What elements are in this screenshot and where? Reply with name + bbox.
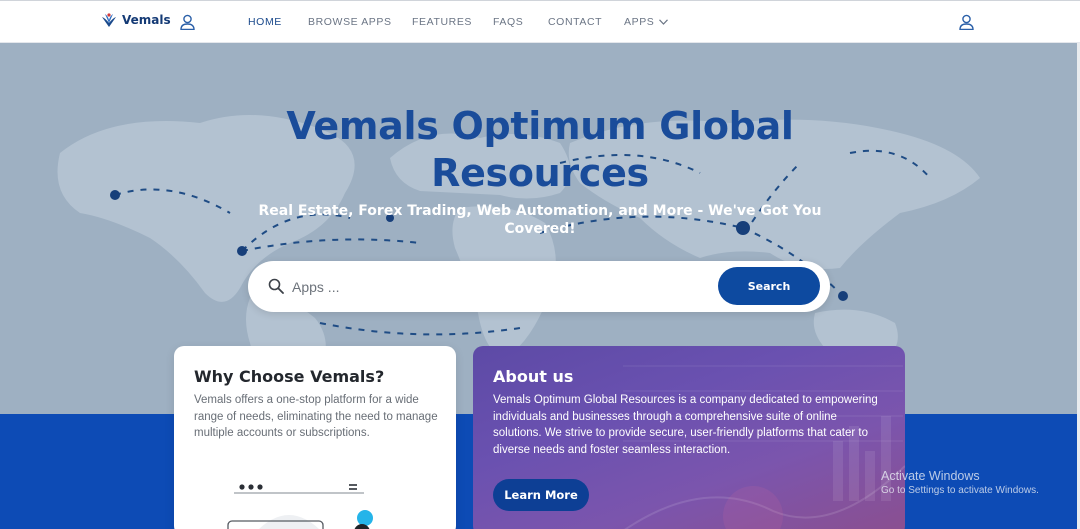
about-us-card: About us Vemals Optimum Global Resources… (473, 346, 905, 529)
search-bar: Search (248, 261, 830, 312)
activate-windows-title: Activate Windows (881, 469, 980, 483)
nav-contact[interactable]: CONTACT (548, 16, 602, 28)
about-us-title: About us (493, 367, 574, 386)
user-icon[interactable] (180, 14, 195, 30)
activate-windows-watermark: Activate Windows Go to Settings to activ… (881, 469, 1039, 496)
search-icon (268, 278, 284, 294)
nav-home[interactable]: HOME (248, 16, 282, 28)
logo[interactable]: Vemals (100, 12, 171, 28)
nav-features[interactable]: FEATURES (412, 16, 472, 28)
activate-windows-subtitle: Go to Settings to activate Windows. (881, 485, 1039, 496)
vemals-logo-icon (102, 13, 116, 27)
why-choose-text: Vemals offers a one-stop platform for a … (194, 394, 438, 439)
nav-apps-dropdown[interactable]: APPS (624, 16, 669, 28)
learn-more-button[interactable]: Learn More (493, 479, 589, 511)
nav-faqs[interactable]: FAQS (493, 16, 523, 28)
hero-title: Vemals Optimum Global Resources (286, 104, 794, 195)
nav-browse-apps[interactable]: BROWSE APPS (308, 16, 392, 28)
about-us-text: Vemals Optimum Global Resources is a com… (493, 394, 878, 456)
search-input[interactable] (292, 273, 702, 300)
nav-apps-label: APPS (624, 16, 655, 28)
hero-subtitle: Real Estate, Forex Trading, Web Automati… (258, 203, 822, 237)
navbar: Vemals HOME BROWSE APPS FEATURES FAQS CO… (0, 0, 1080, 43)
browser-illustration (227, 484, 373, 529)
why-choose-card: Why Choose Vemals? Vemals offers a one-s… (174, 346, 456, 529)
search-button[interactable]: Search (718, 267, 820, 305)
logo-text: Vemals (122, 13, 171, 27)
user-icon[interactable] (959, 14, 974, 30)
chevron-down-icon (659, 19, 669, 25)
why-choose-title: Why Choose Vemals? (194, 367, 385, 386)
